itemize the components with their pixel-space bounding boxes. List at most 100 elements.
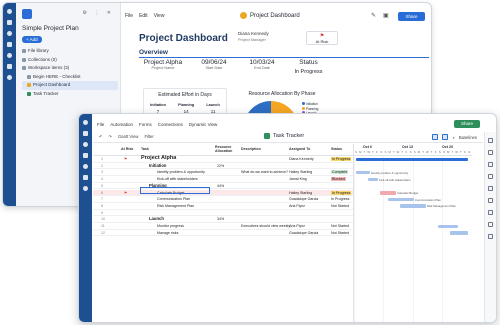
- table-row[interactable]: 11 Monitor progress Executives should view…: [93, 223, 353, 230]
- task-cell[interactable]: Kick-off with stakeholders: [157, 177, 198, 181]
- status-cell[interactable]: Not Started: [331, 224, 349, 228]
- menu-view[interactable]: View: [154, 13, 165, 19]
- status-cell[interactable]: In Progress: [331, 190, 352, 195]
- flag-icon[interactable]: ⚑: [124, 191, 127, 195]
- star-icon[interactable]: [83, 164, 88, 169]
- home-icon[interactable]: [7, 9, 12, 14]
- allocation-cell[interactable]: 22%: [217, 164, 224, 168]
- table-row[interactable]: 6 ⚑ Calculate Budget Hailey Starling In Prog…: [93, 189, 353, 197]
- table-row[interactable]: 12 Manage risks Guadalupe Garcia Not Starte…: [93, 230, 353, 237]
- plus-icon[interactable]: [7, 20, 12, 25]
- task-cell[interactable]: Risk Management Plan: [157, 204, 194, 208]
- assigned-cell[interactable]: Aria Flynz: [289, 224, 305, 228]
- assigned-cell[interactable]: Guadalupe Garcia: [289, 231, 318, 235]
- attachments-icon[interactable]: [488, 150, 493, 155]
- allocation-cell[interactable]: 44%: [217, 184, 224, 188]
- selected-cell[interactable]: [140, 187, 210, 194]
- connections-icon[interactable]: [488, 234, 493, 239]
- sidebar-item-workspace[interactable]: Workspace items (3): [22, 64, 118, 73]
- task-cell[interactable]: Monitor progress: [157, 224, 184, 228]
- sidebar-item-tracker[interactable]: Task Tracker: [22, 90, 118, 99]
- col-description[interactable]: Description: [241, 147, 261, 151]
- table-row[interactable]: 2 Initiation 22%: [93, 163, 353, 170]
- task-cell[interactable]: Manage risks: [157, 231, 178, 235]
- description-cell[interactable]: Executives should view weekly: [241, 224, 290, 228]
- col-status[interactable]: Status: [331, 147, 342, 151]
- folder-icon[interactable]: [7, 64, 12, 69]
- col-task[interactable]: Task: [141, 147, 149, 151]
- sidebar-item-dashboard[interactable]: Project Dashboard: [22, 81, 118, 90]
- assigned-cell[interactable]: Jamal King: [289, 177, 307, 181]
- table-row[interactable]: 8 Risk Management Plan Aria Flynz Not Start…: [93, 203, 353, 210]
- apps-icon[interactable]: [7, 75, 12, 80]
- assigned-cell[interactable]: Hailey Starling: [289, 191, 312, 195]
- edit-icon[interactable]: ✎: [371, 12, 376, 19]
- table-row[interactable]: 9: [93, 210, 353, 217]
- search-icon[interactable]: [83, 142, 88, 147]
- status-cell[interactable]: In Progress: [331, 157, 352, 161]
- summary-icon[interactable]: [488, 186, 493, 191]
- undo-icon[interactable]: ↶: [99, 134, 103, 139]
- automation-icon[interactable]: [488, 222, 493, 227]
- gantt-bar[interactable]: [438, 224, 458, 228]
- allocation-cell[interactable]: 34%: [217, 217, 224, 221]
- table-row[interactable]: 5 Planning 44%: [93, 183, 353, 190]
- task-cell[interactable]: Initiation: [149, 163, 166, 168]
- menu-automation[interactable]: Automation: [110, 122, 133, 127]
- gantt-bar[interactable]: [388, 197, 414, 202]
- sidebar-item-file-library[interactable]: File library: [22, 47, 118, 56]
- assigned-cell[interactable]: Diana Kennedy: [289, 157, 314, 161]
- gantt-bar[interactable]: [356, 170, 370, 175]
- forms-icon[interactable]: [488, 210, 493, 215]
- gantt-bar[interactable]: [380, 191, 396, 195]
- menu-edit[interactable]: Edit: [139, 13, 148, 19]
- menu-dynamic-view[interactable]: Dynamic View: [189, 122, 217, 127]
- task-cell[interactable]: Project Alpha: [141, 155, 176, 161]
- bell-icon[interactable]: [83, 153, 88, 158]
- search-icon[interactable]: ⌕: [452, 135, 454, 140]
- search-icon[interactable]: [7, 31, 12, 36]
- table-row[interactable]: 3 Identify problem & opportunity What do w…: [93, 169, 353, 177]
- add-button[interactable]: + Add: [22, 36, 42, 43]
- grid-view-icon[interactable]: [432, 134, 439, 140]
- share-button[interactable]: Share: [398, 12, 425, 21]
- assigned-cell[interactable]: Aria Flynz: [289, 204, 305, 208]
- table-row[interactable]: 1 ⚑ Project Alpha Diana Kennedy In Progress: [93, 155, 353, 163]
- col-at-risk[interactable]: At Risk: [121, 147, 133, 151]
- filter-button[interactable]: Filter: [144, 134, 153, 139]
- gantt-view-icon[interactable]: [442, 134, 449, 140]
- proofs-icon[interactable]: [488, 162, 493, 167]
- gantt-bar[interactable]: [356, 157, 468, 161]
- redo-icon[interactable]: ↷: [109, 134, 113, 139]
- sidebar-item-collections[interactable]: Collections (0): [22, 56, 118, 65]
- task-cell[interactable]: Communication Plan: [157, 197, 190, 201]
- assigned-cell[interactable]: Hailey Starling: [289, 170, 312, 174]
- gantt-bar[interactable]: [450, 231, 468, 235]
- menu-file[interactable]: File: [97, 122, 104, 127]
- flag-icon[interactable]: ⚑: [124, 157, 127, 161]
- table-row[interactable]: 7 Communication Plan Guadalupe Garcia In Pr…: [93, 196, 353, 203]
- menu-connections[interactable]: Connections: [158, 122, 183, 127]
- apps-icon[interactable]: [83, 186, 88, 191]
- star-icon[interactable]: [7, 53, 12, 58]
- assigned-cell[interactable]: Guadalupe Garcia: [289, 197, 318, 201]
- status-cell[interactable]: Not Started: [331, 204, 349, 208]
- table-row[interactable]: 10 Launch 34%: [93, 216, 353, 223]
- col-resource-allocation[interactable]: Resource Allocation: [215, 145, 237, 153]
- publish-icon[interactable]: [488, 198, 493, 203]
- gantt-bar[interactable]: [400, 204, 426, 208]
- sidebar-item-checklist[interactable]: Begin HERE - Checklist: [22, 73, 118, 82]
- gantt-bar[interactable]: [368, 177, 378, 182]
- home-icon[interactable]: [83, 120, 88, 125]
- comments-icon[interactable]: [488, 138, 493, 143]
- menu-forms[interactable]: Forms: [139, 122, 152, 127]
- status-cell[interactable]: In Progress: [331, 197, 349, 201]
- gantt-view-dropdown[interactable]: Gantt View: [118, 134, 138, 139]
- task-cell[interactable]: Identify problem & opportunity: [157, 170, 205, 174]
- activity-icon[interactable]: [488, 174, 493, 179]
- share-button[interactable]: Share: [454, 120, 480, 128]
- description-cell[interactable]: What do we want to achieve?: [241, 170, 288, 174]
- menu-file[interactable]: File: [125, 13, 133, 19]
- status-cell[interactable]: Complete: [331, 170, 349, 175]
- baselines-button[interactable]: Baselines: [459, 135, 477, 140]
